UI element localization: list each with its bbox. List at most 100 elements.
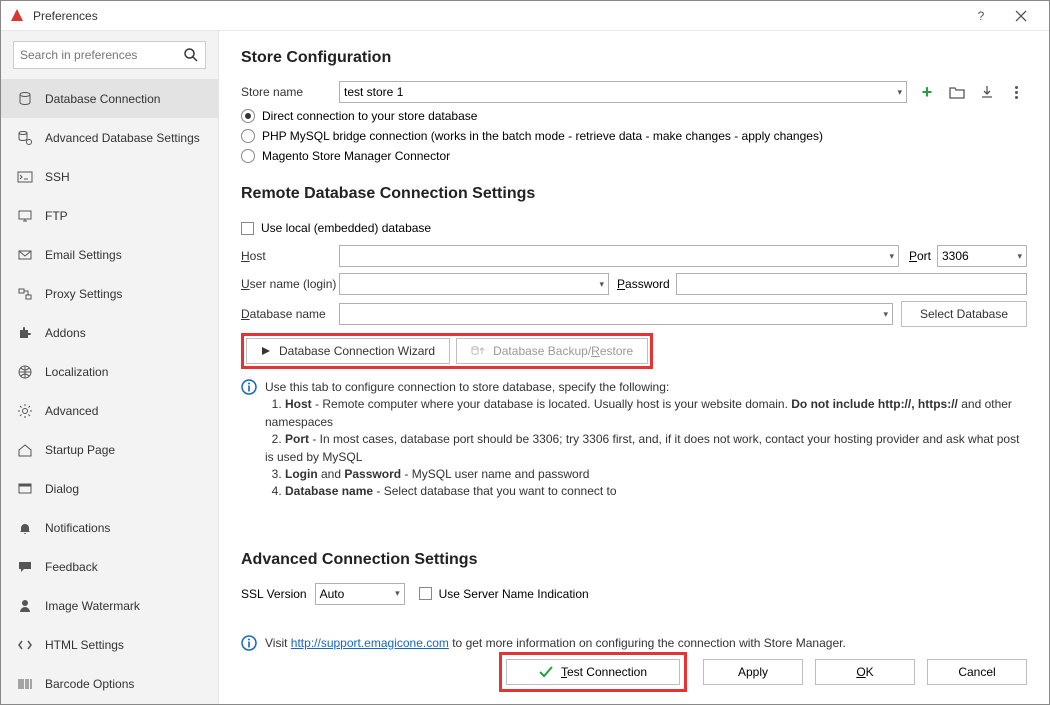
save-button[interactable] xyxy=(977,81,997,103)
sidebar-label: Dialog xyxy=(45,482,79,496)
mail-icon xyxy=(17,247,33,263)
puzzle-icon xyxy=(17,325,33,341)
radio-connector[interactable]: Magento Store Manager Connector xyxy=(241,149,1027,163)
close-button[interactable] xyxy=(1001,1,1041,31)
sidebar-item-proxy[interactable]: Proxy Settings xyxy=(1,274,218,313)
sidebar-item-advanced[interactable]: Advanced xyxy=(1,391,218,430)
sidebar-item-database-connection[interactable]: Database Connection xyxy=(1,79,218,118)
sidebar-label: Advanced Database Settings xyxy=(45,131,200,145)
sidebar-item-dialog[interactable]: Dialog xyxy=(1,469,218,508)
db-name-label: Database name xyxy=(241,307,339,321)
select-database-button[interactable]: Select Database xyxy=(901,301,1027,327)
sidebar-item-watermark[interactable]: Image Watermark xyxy=(1,586,218,625)
window-title: Preferences xyxy=(33,9,961,23)
backup-icon xyxy=(471,345,485,357)
apply-button[interactable]: Apply xyxy=(703,659,803,685)
host-combo[interactable]: ▾ xyxy=(339,245,899,267)
sidebar-label: Localization xyxy=(45,365,108,379)
sidebar-label: SSH xyxy=(45,170,70,184)
barcode-icon xyxy=(17,676,33,692)
sidebar-item-advanced-db[interactable]: Advanced Database Settings xyxy=(1,118,218,157)
terminal-icon xyxy=(17,169,33,185)
titlebar: Preferences ? xyxy=(1,1,1049,31)
sidebar-label: Email Settings xyxy=(45,248,122,262)
content-panel: Store Configuration Store name test stor… xyxy=(219,31,1049,704)
user-icon xyxy=(17,598,33,614)
db-backup-button[interactable]: Database Backup/Restore xyxy=(456,338,648,364)
chevron-down-icon: ▾ xyxy=(1017,251,1022,262)
sidebar-item-barcode[interactable]: Barcode Options xyxy=(1,664,218,703)
sidebar: Database Connection Advanced Database Se… xyxy=(1,31,219,704)
code-icon xyxy=(17,637,33,653)
radio-icon xyxy=(241,129,255,143)
sidebar-label: Barcode Options xyxy=(45,677,134,691)
advanced-heading: Advanced Connection Settings xyxy=(241,551,1027,569)
globe-icon xyxy=(17,364,33,380)
ssl-label: SSL Version xyxy=(241,587,307,601)
sidebar-label: Proxy Settings xyxy=(45,287,122,301)
gear-icon xyxy=(17,403,33,419)
sidebar-label: Database Connection xyxy=(45,92,160,106)
sidebar-item-localization[interactable]: Localization xyxy=(1,352,218,391)
store-name-value: test store 1 xyxy=(344,85,403,99)
db-name-combo[interactable]: ▾ xyxy=(339,303,893,325)
ssl-combo[interactable]: Auto▾ xyxy=(315,583,405,605)
home-icon xyxy=(17,442,33,458)
sidebar-item-html[interactable]: HTML Settings xyxy=(1,625,218,664)
database-icon xyxy=(17,91,33,107)
sidebar-item-addons[interactable]: Addons xyxy=(1,313,218,352)
sidebar-label: Notifications xyxy=(45,521,110,535)
add-store-button[interactable]: + xyxy=(917,81,937,103)
sidebar-item-email[interactable]: Email Settings xyxy=(1,235,218,274)
radio-icon xyxy=(241,149,255,163)
chevron-down-icon: ▾ xyxy=(883,309,888,320)
search-box[interactable] xyxy=(13,41,206,69)
chat-icon xyxy=(17,559,33,575)
store-config-heading: Store Configuration xyxy=(241,49,1027,67)
radio-bridge[interactable]: PHP MySQL bridge connection (works in th… xyxy=(241,129,1027,143)
sidebar-item-startup[interactable]: Startup Page xyxy=(1,430,218,469)
dialog-icon xyxy=(17,481,33,497)
remote-heading: Remote Database Connection Settings xyxy=(241,185,1027,203)
visit-text: Visit http://support.emagicone.com to ge… xyxy=(265,635,846,652)
play-icon xyxy=(261,346,271,356)
search-icon xyxy=(183,47,199,63)
store-name-label: Store name xyxy=(241,85,339,99)
password-label: Password xyxy=(617,277,670,291)
store-name-combo[interactable]: test store 1 ▾ xyxy=(339,81,907,103)
db-wizard-button[interactable]: Database Connection Wizard xyxy=(246,338,450,364)
search-input[interactable] xyxy=(20,48,183,62)
open-folder-button[interactable] xyxy=(947,81,967,103)
sidebar-label: HTML Settings xyxy=(45,638,124,652)
sidebar-item-feedback[interactable]: Feedback xyxy=(1,547,218,586)
sidebar-label: Advanced xyxy=(45,404,98,418)
footer-buttons: Test Connection Apply OK Cancel xyxy=(241,652,1027,692)
check-icon xyxy=(539,666,553,678)
monitor-icon xyxy=(17,208,33,224)
password-input[interactable] xyxy=(676,273,1027,295)
sidebar-item-ssh[interactable]: SSH xyxy=(1,157,218,196)
more-button[interactable] xyxy=(1007,81,1027,103)
chevron-down-icon: ▾ xyxy=(395,588,400,599)
user-combo[interactable]: ▾ xyxy=(339,273,609,295)
help-text: Use this tab to configure connection to … xyxy=(265,379,1027,501)
port-combo[interactable]: 3306▾ xyxy=(937,245,1027,267)
highlight-wizard-row: Database Connection Wizard Database Back… xyxy=(241,333,653,369)
test-connection-button[interactable]: Test Connection xyxy=(506,659,680,685)
chevron-down-icon: ▾ xyxy=(889,251,894,262)
sidebar-item-notifications[interactable]: Notifications xyxy=(1,508,218,547)
use-local-checkbox[interactable] xyxy=(241,222,254,235)
host-label: Host xyxy=(241,249,339,263)
highlight-test: Test Connection xyxy=(499,652,687,692)
info-icon xyxy=(241,635,257,651)
cancel-button[interactable]: Cancel xyxy=(927,659,1027,685)
sni-checkbox[interactable] xyxy=(419,587,432,600)
sidebar-item-ftp[interactable]: FTP xyxy=(1,196,218,235)
info-icon xyxy=(241,379,257,395)
radio-icon xyxy=(241,109,255,123)
ok-button[interactable]: OK xyxy=(815,659,915,685)
help-button[interactable]: ? xyxy=(961,1,1001,31)
port-label: Port xyxy=(909,249,931,263)
radio-direct[interactable]: Direct connection to your store database xyxy=(241,109,1027,123)
support-link[interactable]: http://support.emagicone.com xyxy=(291,636,449,650)
